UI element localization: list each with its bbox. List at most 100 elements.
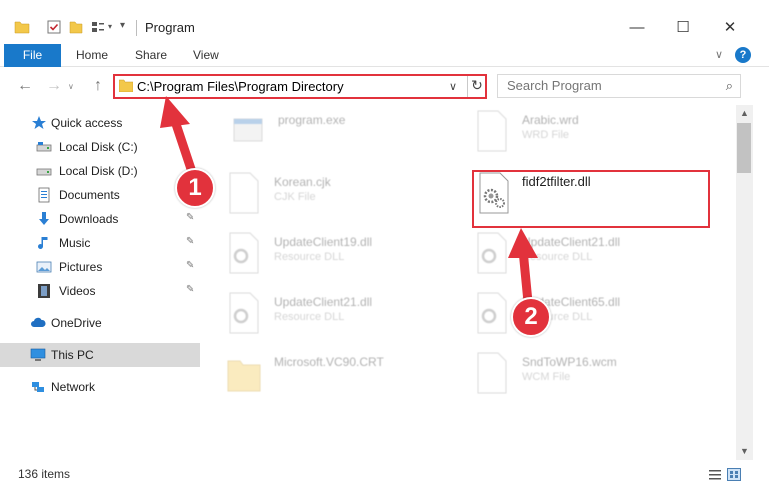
sidebar-item-label: Music [59, 236, 91, 250]
file-item[interactable]: SndToWP16.wcm WCM File [474, 351, 674, 401]
sidebar-item-documents[interactable]: Documents ✎ [0, 183, 200, 207]
step-2-marker: 2 [511, 297, 551, 337]
help-button[interactable]: ? [735, 47, 751, 63]
file-type: CJK File [274, 191, 316, 203]
cloud-icon [31, 317, 46, 327]
music-icon [38, 237, 48, 249]
address-row: ← → ∨ ↑ C:\Program Files\Program Directo… [0, 67, 769, 105]
sidebar-item-label: This PC [51, 348, 94, 362]
search-input[interactable] [507, 78, 707, 93]
recent-locations-icon[interactable]: ∨ [68, 82, 74, 91]
properties-check-icon[interactable] [46, 19, 62, 35]
file-item[interactable]: UpdateClient19.dll Resource DLL [226, 231, 426, 281]
file-name: UpdateClient19.dll [274, 235, 373, 249]
title-bar: ▾ ▾ Program — ☐ ✕ [0, 0, 769, 44]
scroll-up-icon[interactable]: ▲ [736, 105, 753, 122]
pin-icon[interactable]: ✎ [186, 284, 194, 295]
close-button[interactable]: ✕ [707, 14, 753, 42]
sidebar-item-label: Local Disk (C:) [59, 140, 138, 154]
large-icons-view-icon[interactable] [727, 468, 741, 481]
sidebar-item-label: Documents [59, 188, 120, 202]
file-item[interactable]: Microsoft.VC90.CRT [226, 351, 426, 401]
folder-icon [227, 360, 261, 392]
dll-gear-icon [229, 292, 259, 334]
sidebar-item-onedrive[interactable]: OneDrive [0, 311, 200, 335]
pin-icon[interactable]: ✎ [186, 236, 194, 247]
scroll-down-icon[interactable]: ▼ [736, 443, 753, 460]
maximize-button[interactable]: ☐ [660, 14, 706, 42]
pin-icon[interactable]: ✎ [186, 212, 194, 223]
tab-file[interactable]: File [4, 44, 61, 67]
address-dropdown-icon[interactable]: ∨ [449, 80, 457, 93]
sidebar-item-local-disk-d[interactable]: Local Disk (D:) [0, 159, 200, 183]
documents-icon [38, 187, 50, 203]
vertical-scrollbar[interactable]: ▲ ▼ [736, 105, 753, 460]
ribbon-expand-icon[interactable]: ∨ [715, 48, 723, 61]
customize-qa-icon[interactable]: ▾ [120, 20, 125, 31]
file-item[interactable]: UpdateClient21.dll Resource DLL [226, 291, 426, 341]
sidebar-item-videos[interactable]: Videos ✎ [0, 279, 200, 303]
sidebar-item-quick-access[interactable]: Quick access [0, 111, 200, 135]
sidebar-item-downloads[interactable]: Downloads ✎ [0, 207, 200, 231]
pin-icon[interactable]: ✎ [186, 260, 194, 271]
file-type: Resource DLL [274, 311, 345, 323]
sidebar-item-music[interactable]: Music ✎ [0, 231, 200, 255]
sidebar-item-pictures[interactable]: Pictures ✎ [0, 255, 200, 279]
exe-icon [233, 118, 263, 142]
tab-home[interactable]: Home [76, 44, 108, 67]
download-icon [39, 212, 49, 225]
videos-icon [38, 284, 50, 298]
sidebar-item-this-pc[interactable]: This PC [0, 343, 200, 367]
new-folder-icon[interactable] [68, 19, 84, 35]
details-view-icon[interactable] [708, 468, 722, 481]
drive-icon [36, 168, 52, 176]
address-separator [467, 76, 468, 97]
pictures-icon [36, 261, 52, 273]
ribbon-tabs: File Home Share View ∨ ? [0, 44, 769, 67]
file-name: UpdateClient21.dll [522, 235, 621, 249]
search-icon[interactable]: ⌕ [726, 78, 733, 94]
file-type: WCM File [522, 371, 571, 383]
folder-icon [119, 79, 133, 92]
scroll-thumb[interactable] [737, 123, 751, 173]
item-count: 136 items [18, 467, 71, 481]
star-icon [32, 116, 46, 129]
drive-icon [36, 142, 52, 152]
file-item[interactable]: Arabic.wrd WRD File [474, 109, 674, 159]
sidebar-item-label: Local Disk (D:) [59, 164, 138, 178]
address-bar[interactable]: C:\Program Files\Program Directory ∨ ↻ [113, 74, 487, 99]
refresh-icon[interactable]: ↻ [469, 77, 485, 94]
address-path[interactable]: C:\Program Files\Program Directory [137, 79, 344, 94]
tab-view[interactable]: View [193, 44, 219, 67]
sidebar-item-local-disk-c[interactable]: Local Disk (C:) [0, 135, 200, 159]
sidebar-item-network[interactable]: Network [0, 375, 200, 399]
step-1-marker: 1 [175, 168, 215, 208]
dll-gear-icon [229, 232, 259, 274]
file-name: SndToWP16.wcm [522, 355, 617, 369]
back-button[interactable]: ← [15, 77, 35, 95]
sidebar-item-label: Quick access [51, 116, 123, 130]
folder-icon [14, 21, 30, 34]
file-item[interactable]: UpdateClient21.dll Resource DLL [474, 231, 674, 281]
up-button[interactable]: ↑ [88, 77, 108, 95]
network-icon [32, 382, 44, 392]
qa-dropdown-icon[interactable]: ▾ [108, 22, 112, 31]
sidebar-item-label: Videos [59, 284, 96, 298]
file-name: Microsoft.VC90.CRT [274, 355, 384, 369]
forward-button[interactable]: → [44, 77, 64, 95]
file-item[interactable]: Korean.cjk CJK File [226, 171, 426, 221]
highlight-frame [472, 170, 710, 228]
file-item[interactable]: UpdateClient65.dll Resource DLL [474, 291, 674, 341]
file-list: program.exe Arabic.wrd WRD File Korean.c… [200, 105, 735, 460]
file-item[interactable]: program.exe [230, 109, 430, 159]
navigation-pane: Quick access Local Disk (C:) Local Disk … [0, 105, 200, 460]
dll-gear-icon [477, 292, 507, 334]
dll-gear-icon [477, 232, 507, 274]
file-type: WRD File [522, 129, 570, 141]
sidebar-item-label: Downloads [59, 212, 119, 226]
view-options-icon[interactable] [90, 19, 106, 35]
tab-share[interactable]: Share [135, 44, 167, 67]
window-title: Program [145, 20, 195, 35]
minimize-button[interactable]: — [614, 14, 660, 42]
search-box[interactable]: ⌕ [497, 74, 741, 98]
